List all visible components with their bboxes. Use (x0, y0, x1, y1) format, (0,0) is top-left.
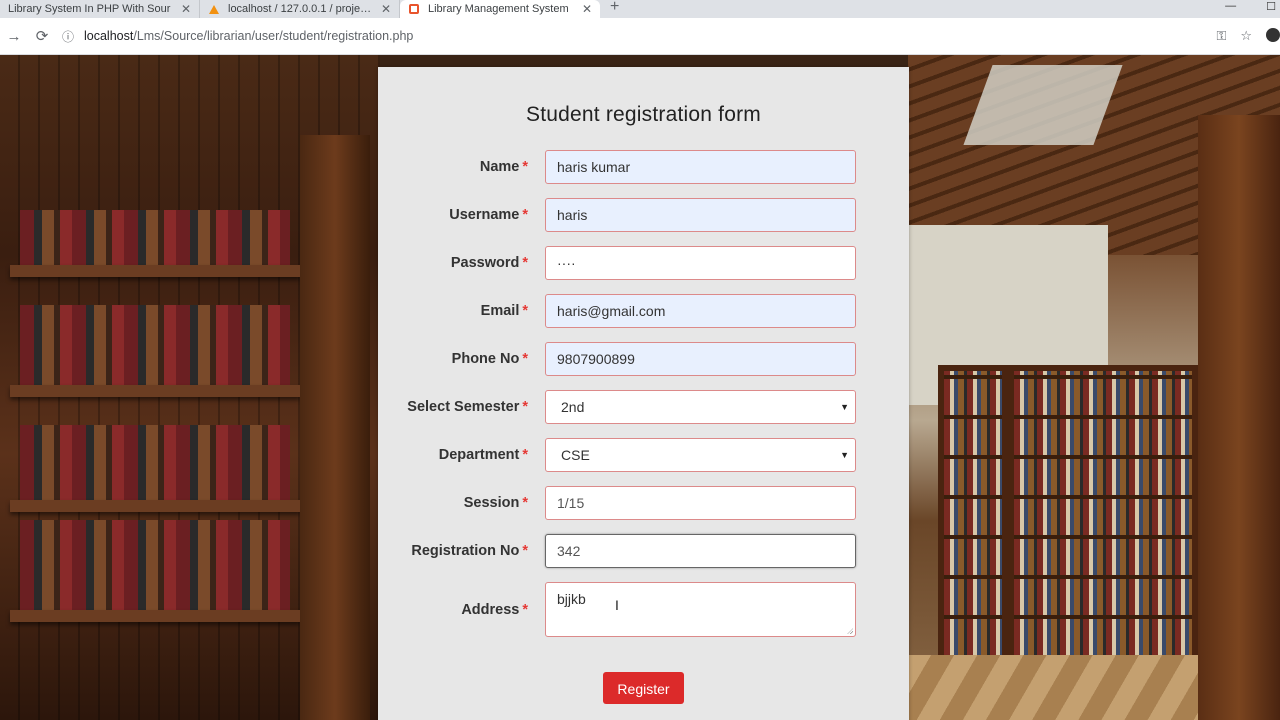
text-cursor-icon: I (615, 597, 619, 613)
name-row: Name * haris kumar (378, 150, 909, 184)
phone-input[interactable]: 9807900899 (545, 342, 856, 376)
chevron-down-icon: ▼ (840, 450, 849, 460)
window-controls: — ☐ (1225, 0, 1276, 13)
semester-label: Select Semester * (407, 399, 528, 415)
username-input[interactable]: haris (545, 198, 856, 232)
registration-form: Student registration form Name * haris ku… (378, 67, 909, 720)
phpmyadmin-icon (208, 3, 220, 15)
chevron-down-icon: ▼ (840, 402, 849, 412)
email-label: Email * (480, 303, 528, 319)
toolbar-actions: ⚿ ☆ (1216, 28, 1280, 44)
url-text: localhost/Lms/Source/librarian/user/stud… (84, 29, 414, 43)
name-label: Name * (479, 159, 528, 175)
email-row: Email * haris@gmail.com (378, 294, 909, 328)
browser-tabstrip: Library System In PHP With Sour ✕ localh… (0, 0, 1280, 18)
forward-icon[interactable]: → (0, 28, 28, 45)
semester-row: Select Semester * 2nd ▼ (378, 390, 909, 424)
password-input[interactable]: ···· (545, 246, 856, 280)
session-row: Session * 1/15 (378, 486, 909, 520)
registration-label: Registration No * (411, 543, 528, 559)
close-icon[interactable]: ✕ (381, 2, 391, 16)
phone-label: Phone No * (451, 351, 528, 367)
registration-input[interactable]: 342 (545, 534, 856, 568)
password-label: Password * (450, 255, 528, 271)
name-input[interactable]: haris kumar (545, 150, 856, 184)
browser-toolbar: → ⟳ ⓘ localhost/Lms/Source/librarian/use… (0, 18, 1280, 55)
session-input[interactable]: 1/15 (545, 486, 856, 520)
tab-title: localhost / 127.0.0.1 / project | ph (228, 3, 375, 15)
register-button[interactable]: Register (603, 672, 684, 704)
session-label: Session * (463, 495, 528, 511)
email-input[interactable]: haris@gmail.com (545, 294, 856, 328)
info-icon[interactable]: ⓘ (62, 28, 80, 45)
tab-title: Library System In PHP With Sour (8, 3, 171, 15)
browser-tab-1[interactable]: Library System In PHP With Sour ✕ (0, 0, 200, 18)
key-icon[interactable]: ⚿ (1216, 28, 1226, 44)
department-row: Department * CSE ▼ (378, 438, 909, 472)
browser-tab-2[interactable]: localhost / 127.0.0.1 / project | ph ✕ (200, 0, 400, 18)
minimize-icon[interactable]: — (1225, 0, 1236, 13)
close-icon[interactable]: ✕ (582, 2, 592, 16)
library-image-left (0, 55, 380, 720)
browser-tab-3[interactable]: Library Management System ✕ (400, 0, 600, 18)
star-icon[interactable]: ☆ (1240, 28, 1252, 44)
address-label: Address * (461, 602, 528, 618)
address-value: bjjkb (557, 591, 586, 607)
library-image-right (908, 55, 1280, 720)
site-icon (408, 3, 420, 15)
close-icon[interactable]: ✕ (181, 2, 191, 16)
tab-title: Library Management System (428, 3, 569, 15)
semester-value: 2nd (561, 399, 585, 415)
password-row: Password * ···· (378, 246, 909, 280)
semester-select[interactable]: 2nd ▼ (545, 390, 856, 424)
maximize-icon[interactable]: ☐ (1266, 0, 1276, 13)
address-row: Address * bjjkb (378, 582, 909, 638)
username-row: Username * haris (378, 198, 909, 232)
address-bar[interactable]: ⓘ localhost/Lms/Source/librarian/user/st… (62, 22, 1216, 50)
username-label: Username * (449, 207, 528, 223)
department-value: CSE (561, 447, 590, 463)
department-select[interactable]: CSE ▼ (545, 438, 856, 472)
registration-row: Registration No * 342 (378, 534, 909, 568)
form-title: Student registration form (526, 103, 761, 126)
phone-row: Phone No * 9807900899 (378, 342, 909, 376)
reload-icon[interactable]: ⟳ (28, 27, 56, 45)
new-tab-button[interactable]: + (600, 0, 629, 15)
department-label: Department * (438, 447, 528, 463)
resize-handle-icon[interactable] (847, 628, 853, 634)
page-background: Student registration form Name * haris ku… (0, 55, 1280, 720)
address-textarea[interactable]: bjjkb (545, 582, 856, 637)
avatar[interactable] (1266, 28, 1280, 42)
